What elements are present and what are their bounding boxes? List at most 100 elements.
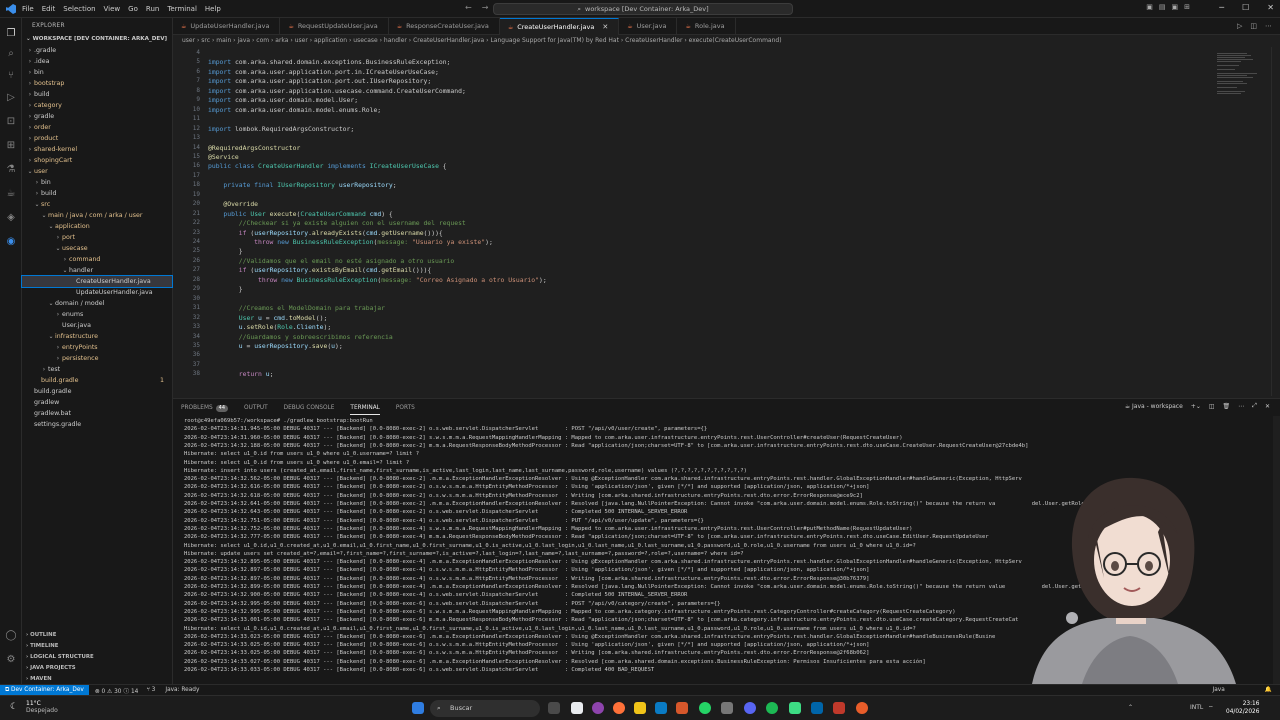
section-outline[interactable]: › OUTLINE xyxy=(22,630,173,641)
toggle-secondary-sidebar-icon[interactable]: ▣ xyxy=(1172,3,1179,11)
close-tab-icon[interactable]: ✕ xyxy=(602,19,608,36)
java-status[interactable]: Java: Ready xyxy=(165,687,199,693)
tree-item[interactable]: ⌄ main / java / com / arka / user xyxy=(22,210,172,221)
editor-tab[interactable]: ☕ RequestUpdateUser.java xyxy=(280,18,389,35)
tab-output[interactable]: OUTPUT xyxy=(236,399,276,417)
remote-explorer-icon[interactable]: ⊡ xyxy=(5,116,17,128)
menu-run[interactable]: Run xyxy=(146,5,159,13)
split-editor-icon[interactable]: ◫ xyxy=(1250,22,1257,30)
tree-item[interactable]: ⌄ usecase xyxy=(22,243,172,254)
firefox-app-icon[interactable] xyxy=(613,702,625,714)
keyboard-language[interactable]: INTL xyxy=(1190,704,1203,711)
notepad-app-icon[interactable] xyxy=(571,702,583,714)
language-mode[interactable]: Java xyxy=(1213,687,1225,693)
breadcrumb[interactable]: user › src › main › java › com › arka › … xyxy=(173,35,1280,47)
tree-item[interactable]: › shared-kernel xyxy=(22,144,172,155)
clock[interactable]: 23:16 04/02/2026 xyxy=(1226,700,1259,716)
tree-item[interactable]: ⌄ infrastructure xyxy=(22,331,172,342)
tab-ports[interactable]: PORTS xyxy=(388,399,423,417)
toggle-panel-icon[interactable]: ▤ xyxy=(1159,3,1166,11)
account-icon[interactable]: ◯ xyxy=(5,630,17,642)
tree-item[interactable]: › enums xyxy=(22,309,172,320)
tree-item[interactable]: › order xyxy=(22,122,172,133)
more-actions-icon[interactable]: ⋯ xyxy=(1238,403,1244,410)
editor-tab[interactable]: ☕ UpdateUserHandler.java xyxy=(173,18,281,35)
tree-item[interactable]: › entryPoints xyxy=(22,342,172,353)
obs-app-icon[interactable] xyxy=(592,702,604,714)
terminal-instance-label[interactable]: ☕ Java - workspace xyxy=(1125,403,1183,410)
extensions-icon[interactable]: ⊞ xyxy=(5,140,17,152)
system-tray-chevron-icon[interactable]: ⌃ xyxy=(1128,704,1133,711)
menu-terminal[interactable]: Terminal xyxy=(167,5,197,13)
toggle-sidebar-icon[interactable]: ▣ xyxy=(1146,3,1153,11)
tree-item[interactable]: ⌄ handler xyxy=(22,265,172,276)
tree-item[interactable]: UpdateUserHandler.java xyxy=(22,287,172,298)
spotify-app-icon[interactable] xyxy=(766,702,778,714)
notifications-icon[interactable]: 🔔 xyxy=(1265,687,1272,693)
code-editor[interactable]: 4 5 import com.arka.shared.domain.exceptio… xyxy=(173,47,1213,396)
java-icon[interactable]: ☕ xyxy=(5,188,17,200)
tree-item[interactable]: › bin xyxy=(22,67,172,78)
task-view-icon[interactable] xyxy=(548,702,560,714)
command-center[interactable]: ⌕ workspace [Dev Container: Arka_Dev] xyxy=(493,3,793,15)
windows-start-icon[interactable] xyxy=(412,702,424,714)
docker-icon[interactable]: ◈ xyxy=(5,212,17,224)
tree-item[interactable]: settings.gradle xyxy=(22,419,172,430)
tree-item[interactable]: › build xyxy=(22,89,172,100)
more-actions-icon[interactable]: ⋯ xyxy=(1265,22,1272,30)
editor-tab[interactable]: ☕ Role.java xyxy=(677,18,736,35)
postman-app-icon[interactable] xyxy=(856,702,868,714)
tree-item[interactable]: › bin xyxy=(22,177,172,188)
section-timeline[interactable]: › TIMELINE xyxy=(22,641,173,652)
source-control-icon[interactable]: ⑂ xyxy=(5,70,17,82)
discord-app-icon[interactable] xyxy=(744,702,756,714)
section-logical-structure[interactable]: › LOGICAL STRUCTURE xyxy=(22,652,173,663)
close-window-icon[interactable]: ✕ xyxy=(1267,3,1274,12)
tab-terminal[interactable]: TERMINAL xyxy=(342,399,387,417)
section-java-projects[interactable]: › JAVA PROJECTS xyxy=(22,663,173,674)
new-terminal-icon[interactable]: +⌄ xyxy=(1191,403,1201,410)
minimap[interactable] xyxy=(1213,47,1271,396)
file-explorer-icon[interactable] xyxy=(634,702,646,714)
minimize-icon[interactable]: ─ xyxy=(1219,3,1224,12)
office-app-icon[interactable] xyxy=(676,702,688,714)
run-icon[interactable]: ▷ xyxy=(1237,22,1242,30)
whatsapp-app-icon[interactable] xyxy=(699,702,711,714)
tab-problems[interactable]: PROBLEMS 44 xyxy=(173,399,236,417)
menu-help[interactable]: Help xyxy=(205,5,221,13)
split-terminal-icon[interactable]: ◫ xyxy=(1209,403,1215,410)
tree-item[interactable]: › .gradle xyxy=(22,45,172,56)
editor-tab[interactable]: ☕ CreateUserHandler.java ✕ xyxy=(499,18,620,36)
vscode-app-icon[interactable] xyxy=(811,702,823,714)
tree-item[interactable]: build.gradle 1 xyxy=(22,375,172,386)
tree-item[interactable]: gradlew.bat xyxy=(22,408,172,419)
close-panel-icon[interactable]: ✕ xyxy=(1265,403,1270,410)
taskbar-search[interactable]: ⌕ Buscar xyxy=(430,700,540,717)
tree-item[interactable]: CreateUserHandler.java xyxy=(21,275,173,288)
back-arrow-icon[interactable]: ← xyxy=(465,3,482,12)
problems-status[interactable]: ⊗ 0 ⚠ 30 ⓘ 14 xyxy=(95,686,139,695)
search-icon[interactable]: ⌕ xyxy=(5,48,17,60)
tab-debug-console[interactable]: DEBUG CONSOLE xyxy=(276,399,343,417)
menu-go[interactable]: Go xyxy=(128,5,138,13)
menu-view[interactable]: View xyxy=(104,5,121,13)
menu-edit[interactable]: Edit xyxy=(42,5,56,13)
customize-layout-icon[interactable]: ⊞ xyxy=(1184,3,1190,11)
editor-tab[interactable]: ☕ ResponseCreateUser.java xyxy=(389,18,500,35)
tree-item[interactable]: › bootstrap xyxy=(22,78,172,89)
ports-status[interactable]: ⑂ 3 xyxy=(146,687,155,693)
maximize-panel-icon[interactable]: ⤢ xyxy=(1252,402,1257,410)
testing-icon[interactable]: ⚗ xyxy=(5,164,17,176)
tree-item[interactable]: › test xyxy=(22,364,172,375)
tree-item[interactable]: gradlew xyxy=(22,397,172,408)
kill-terminal-icon[interactable]: 🗑 xyxy=(1223,403,1231,410)
workspace-root[interactable]: ⌄ WORKSPACE [DEV CONTAINER: ARKA_DEV] xyxy=(22,34,172,45)
wifi-icon[interactable]: ⌔ xyxy=(1208,704,1214,712)
run-debug-icon[interactable]: ▷ xyxy=(5,92,17,104)
explorer-icon[interactable]: ❐ xyxy=(5,28,17,40)
tree-item[interactable]: › shopingCart xyxy=(22,155,172,166)
maximize-icon[interactable]: ☐ xyxy=(1242,3,1249,12)
tree-item[interactable]: › build xyxy=(22,188,172,199)
menu-selection[interactable]: Selection xyxy=(63,5,95,13)
editor-scrollbar[interactable] xyxy=(1271,47,1280,396)
